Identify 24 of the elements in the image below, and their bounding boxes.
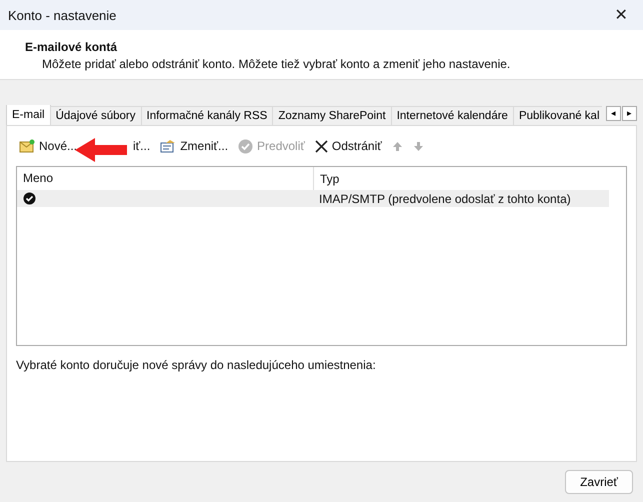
toolbar-button[interactable]: Zmeniť...	[160, 137, 228, 155]
tab-scroll-button[interactable]: ◂	[606, 106, 621, 121]
section-title: E-mailové kontá	[25, 40, 118, 54]
tab[interactable]: E-mail	[6, 105, 51, 125]
down-arrow-icon	[412, 140, 424, 152]
check-circle-icon	[238, 138, 254, 154]
table-cell-text: IMAP/SMTP (predvolene odoslať z tohto konta)	[318, 192, 571, 206]
section-description: Môžete pridať alebo odstrániť konto. Môžete tiež vybrať konto a zmeniť jeho nastavenie.	[41, 57, 512, 71]
envelope-icon	[19, 139, 35, 153]
up-arrow-icon	[392, 140, 403, 152]
toolbar-button[interactable]: iť...	[133, 137, 150, 155]
column-header: Typ	[319, 172, 340, 186]
toolbar-button[interactable]: Nové...	[19, 137, 78, 155]
tab[interactable]: Údajové súbory	[50, 106, 142, 125]
account-row[interactable]: IMAP/SMTP (predvolene odoslať z tohto konta)	[17, 190, 609, 207]
close-dialog-button[interactable]: Zavrieť	[565, 470, 633, 494]
close-icon	[314, 140, 328, 152]
delivery-text: Vybraté konto doručuje nové správy do nasledujúceho umiestnenia:	[16, 358, 377, 372]
close-button[interactable]: ✕	[599, 0, 643, 30]
card-icon	[160, 139, 176, 153]
toolbar-button[interactable]: Odstrániť	[314, 137, 382, 155]
tab-scroll-button[interactable]: ▸	[622, 106, 637, 121]
annotation-arrow	[75, 137, 127, 163]
window-title: Konto - nastavenie	[8, 8, 116, 22]
